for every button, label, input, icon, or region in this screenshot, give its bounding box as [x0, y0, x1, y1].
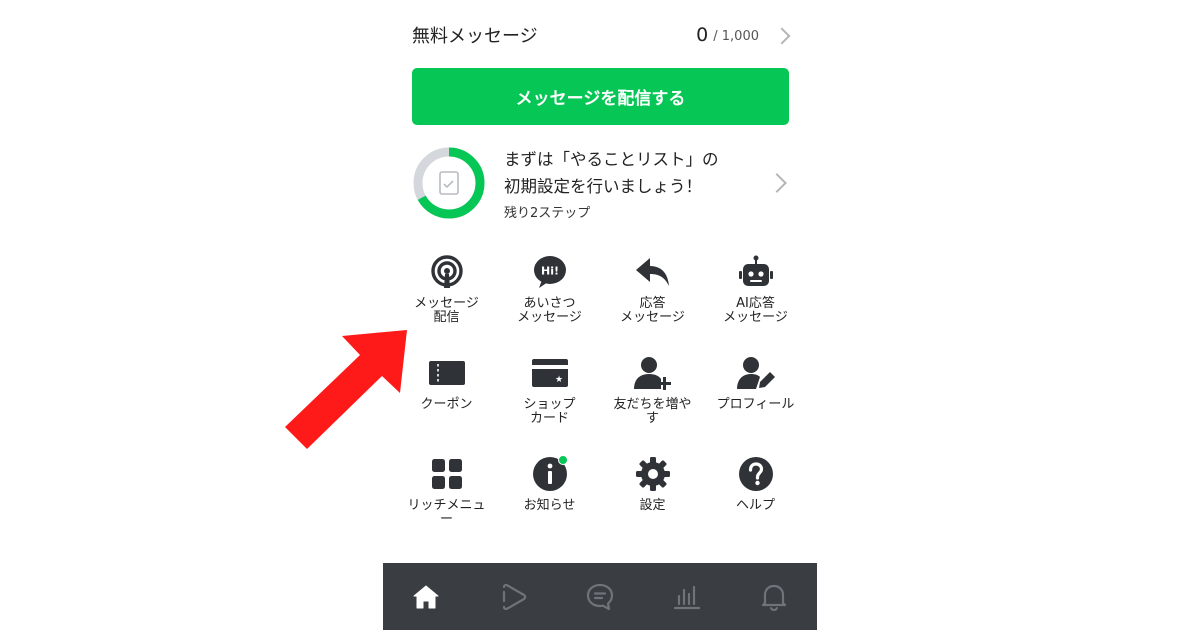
send-message-button[interactable]: メッセージを配信する [412, 68, 789, 125]
rich-menu-icon [427, 454, 467, 494]
todo-text: まずは「やることリスト」の 初期設定を行いましょう！ 残り2ステップ [504, 146, 770, 221]
tile-ai-reply[interactable]: AI応答 メッセージ [704, 252, 807, 353]
tile-label: メッセージ 配信 [414, 296, 479, 325]
tile-settings[interactable]: 設定 [601, 454, 704, 555]
nav-analytics[interactable] [643, 563, 730, 630]
tile-label: リッチメニュ ー [407, 498, 486, 527]
tile-label: 設定 [639, 498, 666, 513]
todo-progress-ring [412, 146, 486, 220]
tile-label: あいさつ メッセージ [517, 296, 582, 325]
hi-bubble-icon: Hi! [530, 252, 570, 292]
todo-list-card[interactable]: まずは「やることリスト」の 初期設定を行いましょう！ 残り2ステップ [412, 140, 792, 226]
play-icon [503, 583, 527, 610]
chevron-right-icon [767, 173, 787, 193]
gear-icon [633, 454, 673, 494]
chat-icon [586, 583, 614, 610]
nav-voom[interactable] [470, 563, 557, 630]
nav-notifications[interactable] [730, 563, 817, 630]
tile-label: 応答 メッセージ [620, 296, 685, 325]
svg-text:Hi!: Hi! [541, 265, 559, 278]
coupon-icon [427, 353, 467, 393]
quota-label: 無料メッセージ [412, 26, 538, 47]
tile-profile[interactable]: プロフィール [704, 353, 807, 454]
nav-home[interactable] [383, 563, 470, 630]
tile-greeting-message[interactable]: Hi! あいさつ メッセージ [498, 252, 601, 353]
unread-dot [557, 455, 568, 465]
chevron-right-icon [773, 27, 791, 44]
tile-label: 友だちを増や す [613, 397, 692, 426]
bell-icon [761, 584, 786, 611]
tile-label: プロフィール [716, 397, 795, 412]
feature-grid: メッセージ 配信 Hi! あいさつ メッセージ 応答 メッセージ AI応答 メッ… [395, 252, 807, 555]
tile-add-friends[interactable]: 友だちを増や す [601, 353, 704, 454]
tile-help[interactable]: ヘルプ [704, 454, 807, 555]
tile-notices[interactable]: お知らせ [498, 454, 601, 555]
profile-edit-icon [736, 353, 776, 393]
home-panel: 無料メッセージ 0 / 1,000 メッセージを配信する まずは「やることリスト… [383, 0, 817, 630]
nav-chat[interactable] [557, 563, 644, 630]
tile-label: お知らせ [523, 498, 576, 513]
tile-label: ショップ カード [523, 397, 576, 426]
quota-used: 0 [696, 24, 709, 46]
todo-title-line2: 初期設定を行いましょう！ [504, 176, 702, 196]
tile-rich-menu[interactable]: リッチメニュ ー [395, 454, 498, 555]
reply-arrow-icon [633, 252, 673, 292]
tile-label: AI応答 メッセージ [723, 296, 788, 325]
todo-remaining-steps: 残り2ステップ [504, 205, 591, 221]
svg-text:★: ★ [554, 375, 562, 385]
quota-limit: / 1,000 [713, 29, 759, 44]
tile-label: ヘルプ [735, 498, 775, 513]
tile-shop-card[interactable]: ★ ショップ カード [498, 353, 601, 454]
chart-icon [673, 585, 700, 609]
add-friend-icon [633, 353, 673, 393]
tile-auto-reply[interactable]: 応答 メッセージ [601, 252, 704, 353]
help-icon [736, 454, 776, 494]
stage: 無料メッセージ 0 / 1,000 メッセージを配信する まずは「やることリスト… [0, 0, 1200, 630]
info-icon [530, 454, 570, 494]
home-icon [413, 585, 439, 608]
bottom-nav [383, 563, 817, 630]
todo-title-line1: まずは「やることリスト」の [504, 149, 719, 169]
robot-icon [736, 252, 776, 292]
red-pointer-arrow [285, 330, 407, 449]
broadcast-icon [427, 252, 467, 292]
shop-card-icon: ★ [530, 353, 570, 393]
free-message-quota-row[interactable]: 無料メッセージ 0 / 1,000 [412, 18, 792, 52]
